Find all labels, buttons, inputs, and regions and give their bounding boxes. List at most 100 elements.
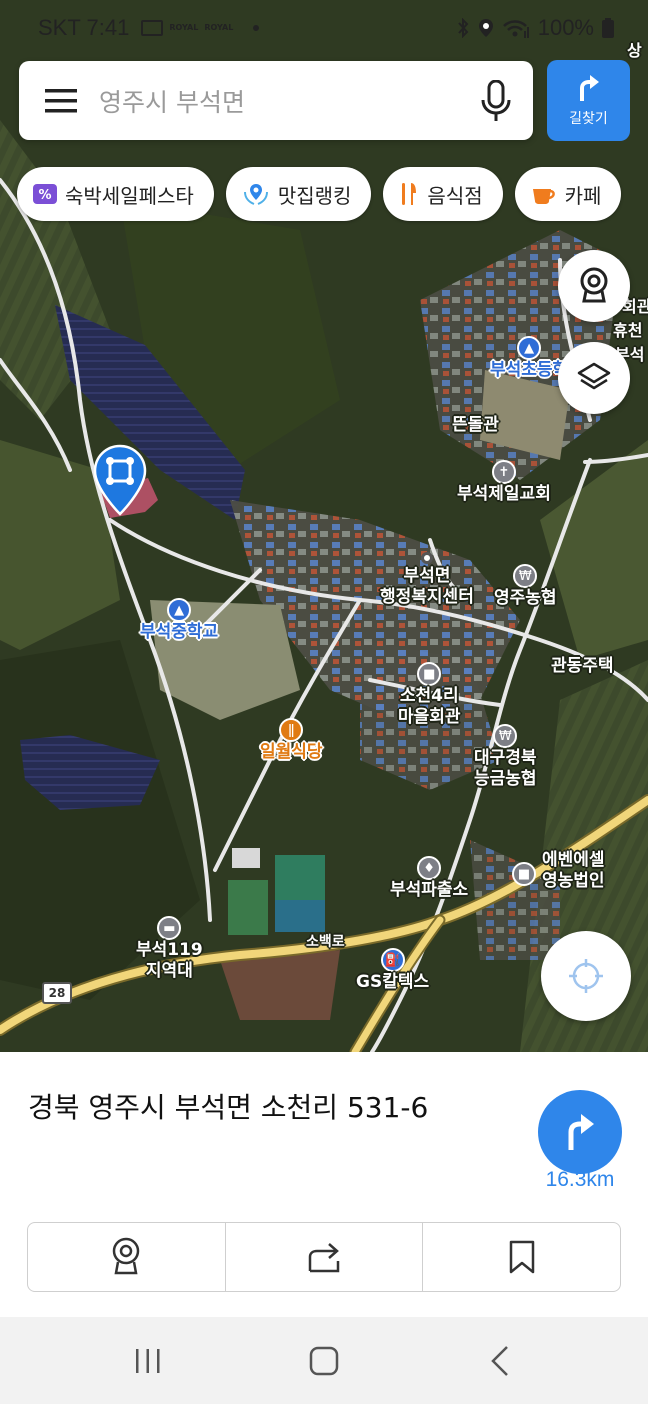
police-icon: ♦ [417,856,442,880]
map-label-ddeundolgwan: 뜬돌관 [452,415,499,435]
svg-text:%: % [38,188,51,203]
turn-right-arrow-icon [568,1114,594,1150]
status-time: SKT 7:41 [38,15,130,40]
street-view-button[interactable] [558,250,630,322]
location-laurel-icon [242,182,270,206]
chip-cafe[interactable]: 카페 [514,167,622,221]
map-label-bank-line2: 능금농협 [474,769,537,789]
chip-lodging-sale[interactable]: % 숙박세일페스타 [17,167,214,221]
back-button[interactable] [470,1331,530,1391]
poi-elementary-school[interactable]: ▲ 부석초등학 [490,336,568,381]
poi-village-hall[interactable]: ■ 소천4리 마을회관 [398,662,461,728]
street-view-icon [580,267,608,303]
poi-admin-office[interactable]: 부석면 행정복지센터 [380,552,474,608]
chip-label: 맛집랭킹 [277,183,352,208]
satellite-imagery [0,0,648,1052]
chip-label: 카페 [564,183,602,208]
app-tag-1: ROYAL [169,23,199,32]
more-notifications-dot-icon [253,25,260,31]
menu-icon[interactable] [45,88,77,114]
search-bar[interactable]: 영주시 부석면 [19,61,533,140]
status-notification-icons: ROYAL ROYAL [141,20,260,36]
route-number-badge: 28 [42,982,72,1004]
status-bar: SKT 7:41 ROYAL ROYAL 100% [0,0,648,56]
turn-right-arrow-icon [579,74,599,101]
recent-apps-icon [136,1348,160,1373]
battery-percent: 100% [537,15,594,40]
poi-church[interactable]: ✝ 부석제일교회 [457,460,551,505]
office-dot-icon [420,552,433,564]
poi-restaurant[interactable]: ǁ 일월식당 [260,718,323,763]
category-chips: % 숙박세일페스타 맛집랭킹 음식점 카페 [17,167,622,221]
school-icon: ▲ [517,336,542,360]
map-label-road: 소백로 [306,934,345,950]
layers-icon [577,362,611,390]
back-chevron-icon [491,1345,508,1376]
map-label-police: 부석파출소 [390,880,469,900]
bank-icon: ₩ [513,564,538,588]
system-navigation-bar [0,1317,648,1404]
map-label-gwandong: 관동주택 [551,656,614,676]
map-label-gas: GS칼텍스 [356,972,430,992]
poi-police[interactable]: ♦ 부석파출소 [390,856,468,901]
chip-restaurant-ranking[interactable]: 맛집랭킹 [225,167,372,221]
navigate-button[interactable] [538,1090,622,1174]
map-label-fire-line2: 지역대 [145,961,193,981]
directions-label: 길찾기 [569,110,608,127]
map-label-fire-line1: 부석119 [136,940,203,960]
fork-knife-icon [399,181,419,207]
bookmark-button[interactable] [422,1223,620,1291]
street-view-action-button[interactable] [28,1223,225,1291]
poi-fire-station[interactable]: ▬ 부석119 지역대 [136,916,203,982]
coffee-cup-icon [531,183,557,205]
bluetooth-icon [457,18,469,38]
map-label-office-line2: 행정복지센터 [380,587,474,607]
crosshair-icon [569,959,603,993]
distance-label: 16.3km [545,1168,615,1191]
map-label-bank-line1: 대구경북 [474,748,537,768]
percent-icon: % [33,184,57,204]
map-label-hall-line1: 소천4리 [399,686,459,706]
map-label-nonghyup: 영주농협 [494,588,557,608]
home-icon [309,1346,339,1375]
poi-bank[interactable]: ₩ 대구경북 능금농협 [474,724,537,790]
map-layers-button[interactable] [558,342,630,414]
map-label-corp-line2: 영농법인 [542,871,605,891]
wifi-signal-icon [502,20,529,38]
microphone-icon[interactable] [481,79,511,122]
app-tag-2: ROYAL [204,23,234,32]
location-icon [478,19,493,37]
map-label-restaurant: 일월식당 [260,742,323,762]
recent-apps-button[interactable] [118,1331,178,1391]
fire-truck-icon: ▬ [157,916,182,940]
share-button[interactable] [224,1223,423,1291]
poi-nonghyup[interactable]: ₩ 영주농협 [494,564,557,609]
fork-knife-icon: ǁ [279,718,304,742]
place-address: 경북 영주시 부석면 소천리 531-6 [28,1091,429,1124]
school-icon: ▲ [167,598,192,622]
building-icon: ■ [512,862,536,886]
map-label-hall-line2: 마을회관 [398,707,461,727]
place-bottom-sheet: 경북 영주시 부석면 소천리 531-6 16.3km [0,1052,648,1317]
chip-restaurants[interactable]: 음식점 [383,167,503,221]
bookmark-icon [509,1240,534,1274]
bank-icon: ₩ [493,724,518,748]
map-label-middle-school: 부석중학교 [140,622,219,642]
church-icon: ✝ [491,460,516,484]
chip-label: 음식점 [427,183,483,208]
route-number-label: 28 [48,986,66,1000]
map-label-church: 부석제일교회 [457,484,551,504]
current-location-button[interactable] [541,931,631,1021]
share-icon [308,1243,340,1273]
home-button[interactable] [294,1331,354,1391]
map-label-edge-3: 휴천 [613,321,643,340]
poi-gas-station[interactable]: ⛽ GS칼텍스 [356,948,429,993]
search-input[interactable]: 영주시 부석면 [99,83,481,119]
location-pin-icon[interactable] [92,444,148,516]
gas-pump-icon: ⛽ [380,948,405,972]
directions-button[interactable]: 길찾기 [547,60,630,141]
map-label-office-line1: 부석면 [403,566,451,586]
map-view[interactable]: ▲ 부석초등학 상 회관 휴천 부석 뜬돌관 ✝ 부석제일교회 부석면 행정복지… [0,0,648,1052]
poi-middle-school[interactable]: ▲ 부석중학교 [140,598,218,643]
place-actions [27,1222,621,1292]
